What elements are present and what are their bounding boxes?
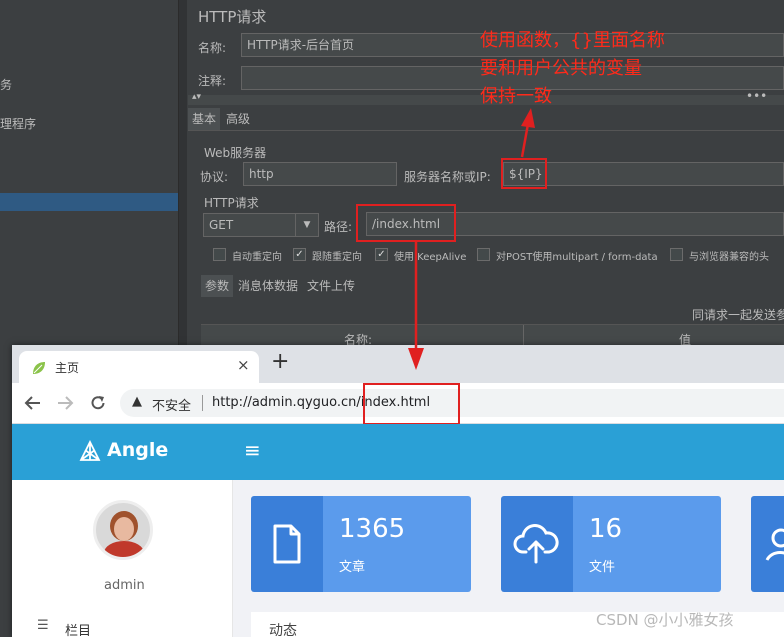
arrow-up-icon (521, 108, 535, 128)
watermark: CSDN @小小雅女孩 (596, 611, 734, 629)
arrow-down-icon (408, 348, 424, 370)
annotation-arrows (408, 108, 535, 370)
